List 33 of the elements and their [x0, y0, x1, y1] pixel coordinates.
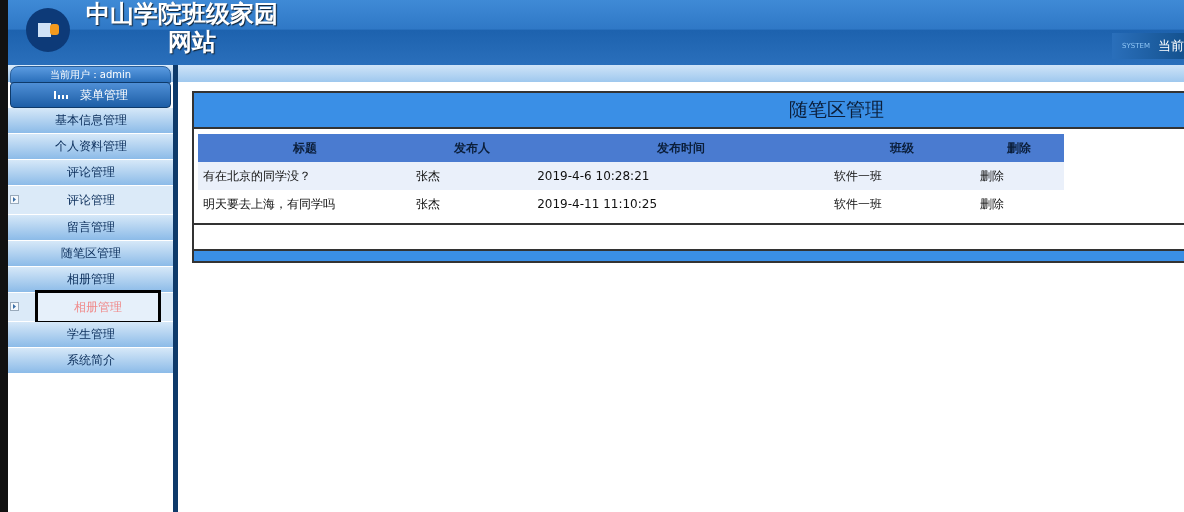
menu-item[interactable]: 系统简介 [8, 348, 173, 374]
table-cell: 软件一班 [828, 162, 975, 190]
arrow-icon [10, 195, 19, 204]
delete-link[interactable]: 删除 [974, 190, 1064, 218]
menu-item[interactable]: 相册管理 [8, 267, 173, 293]
grid-icon [53, 91, 68, 99]
site-title: 网站 [167, 28, 217, 56]
panel-title: 随笔区管理 [789, 97, 884, 122]
table-cell: 2019-4-11 11:10:25 [532, 190, 829, 218]
table-cell: 张杰 [411, 162, 533, 190]
menu-item[interactable]: 基本信息管理 [8, 108, 173, 134]
menu-item[interactable]: 评论管理 [8, 160, 173, 186]
menu-item[interactable]: 个人资料管理 [8, 134, 173, 160]
current-label: 当前 [1158, 37, 1184, 55]
column-header: 标题 [198, 134, 412, 162]
menu-item[interactable]: 学生管理 [8, 322, 173, 348]
logo-icon [25, 7, 71, 53]
menu-item[interactable]: 随笔区管理 [8, 241, 173, 267]
menu-title-bar: 菜单管理 [10, 82, 171, 108]
table-cell: 有在北京的同学没？ [198, 162, 412, 190]
arrow-icon [10, 302, 19, 311]
table-cell: 明天要去上海，有同学吗 [198, 190, 412, 218]
column-header: 发布时间 [532, 134, 829, 162]
column-header: 发布人 [411, 134, 533, 162]
site-title: 中山学院班级家园 [86, 0, 278, 28]
column-header: 删除 [974, 134, 1064, 162]
column-header: 班级 [828, 134, 975, 162]
table-cell: 软件一班 [828, 190, 975, 218]
table-cell: 张杰 [411, 190, 533, 218]
table-cell: 2019-4-6 10:28:21 [532, 162, 829, 190]
menu-item[interactable]: 留言管理 [8, 215, 173, 241]
menu-item[interactable]: 评论管理 [8, 186, 173, 215]
delete-link[interactable]: 删除 [974, 162, 1064, 190]
